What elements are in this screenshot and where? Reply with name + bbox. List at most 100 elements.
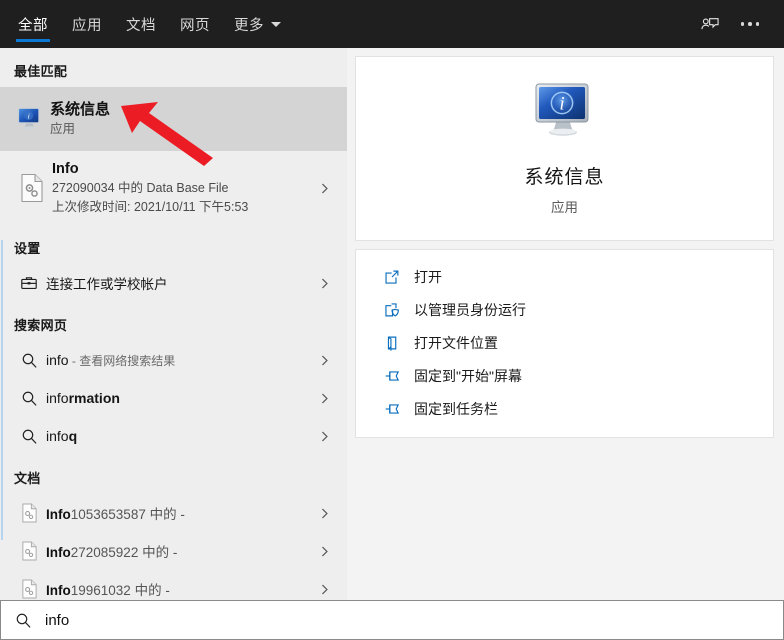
web-suggestion-information[interactable]: information <box>0 379 347 417</box>
preview-subtitle: 应用 <box>551 200 578 215</box>
document-result-1[interactable]: Info1053653587 中的 - <box>0 494 347 532</box>
best-match-subtitle: 应用 <box>50 122 76 136</box>
document-icon <box>12 503 46 523</box>
search-icon <box>12 390 46 407</box>
app-actions-card: 打开 以管理员身份运行 打开文件位置 固定到"开始"屏幕 固定到任务栏 <box>355 249 774 438</box>
action-run-as-admin-label: 以管理员身份运行 <box>414 301 526 318</box>
ellipsis-dot <box>740 22 745 26</box>
pin-icon <box>384 401 414 417</box>
topbar-actions <box>690 0 784 48</box>
action-open-file-location-label: 打开文件位置 <box>414 334 498 351</box>
search-icon <box>15 612 41 629</box>
tab-documents-label: 文档 <box>126 17 156 34</box>
search-body: 最佳匹配 i 系统信息 应用 Info 272090034 中的 Data Ba… <box>0 48 784 600</box>
document-result-name: Info272085922 中的 - <box>46 541 311 561</box>
results-pane: 最佳匹配 i 系统信息 应用 Info 272090034 中的 Data Ba… <box>0 48 347 600</box>
best-match-title: 系统信息 <box>50 101 111 118</box>
web-suggestion-query: info <box>46 428 69 444</box>
file-result-info[interactable]: Info 272090034 中的 Data Base File 上次修改时间:… <box>0 151 347 225</box>
setting-item-connect-account[interactable]: 连接工作或学校帐户 <box>0 264 347 302</box>
best-match-text: 系统信息 应用 <box>50 100 337 138</box>
action-open[interactable]: 打开 <box>356 260 773 293</box>
action-pin-to-taskbar[interactable]: 固定到任务栏 <box>356 392 773 425</box>
tab-all[interactable]: 全部 <box>6 0 60 48</box>
chevron-right-icon[interactable] <box>311 583 337 596</box>
web-suggestion-infoq[interactable]: infoq <box>0 417 347 455</box>
windows-search-panel: 全部 应用 文档 网页 更多 最佳匹配 i 系统信息 应用 Info 27209… <box>0 0 784 640</box>
document-result-3[interactable]: Info19961032 中的 - <box>0 570 347 600</box>
search-icon <box>12 428 46 445</box>
app-preview-card: i 系统信息 应用 <box>355 56 774 241</box>
system-information-icon: i <box>532 81 598 148</box>
document-name-rest: 19961032 中的 - <box>70 583 170 598</box>
ellipsis-icon[interactable] <box>730 4 770 44</box>
web-suggestion-text: information <box>46 390 311 406</box>
open-external-icon <box>384 269 414 285</box>
document-name-match: Info <box>46 583 71 598</box>
action-pin-to-start[interactable]: 固定到"开始"屏幕 <box>356 359 773 392</box>
action-open-file-location[interactable]: 打开文件位置 <box>356 326 773 359</box>
chevron-right-icon[interactable] <box>311 430 337 443</box>
document-name-rest: 1053653587 中的 - <box>70 507 185 522</box>
tab-web[interactable]: 网页 <box>168 0 222 48</box>
chevron-right-icon[interactable] <box>311 277 337 290</box>
tab-apps-label: 应用 <box>72 17 102 34</box>
ellipsis-dot <box>755 22 760 26</box>
document-name-match: Info <box>46 507 71 522</box>
search-input-bar[interactable]: info <box>0 600 784 640</box>
section-header-settings: 设置 <box>14 241 41 256</box>
file-result-text: Info 272090034 中的 Data Base File 上次修改时间:… <box>52 159 311 217</box>
chevron-right-icon[interactable] <box>311 545 337 558</box>
document-result-2[interactable]: Info272085922 中的 - <box>0 532 347 570</box>
pin-icon <box>384 368 414 384</box>
document-result-name: Info19961032 中的 - <box>46 579 311 599</box>
chevron-right-icon[interactable] <box>311 392 337 405</box>
document-icon <box>12 541 46 561</box>
tab-bar: 全部 应用 文档 网页 更多 <box>0 0 293 48</box>
document-icon <box>12 579 46 599</box>
best-match-result[interactable]: i 系统信息 应用 <box>0 87 347 151</box>
web-suggestion-query: info <box>46 390 69 406</box>
briefcase-icon <box>12 274 46 292</box>
chevron-right-icon[interactable] <box>311 507 337 520</box>
tab-more[interactable]: 更多 <box>222 0 293 48</box>
web-suggestion-info[interactable]: info - 查看网络搜索结果 <box>0 341 347 379</box>
section-header-best-match: 最佳匹配 <box>14 64 68 79</box>
shield-run-icon <box>384 302 414 318</box>
action-open-label: 打开 <box>414 268 442 285</box>
action-run-as-admin[interactable]: 以管理员身份运行 <box>356 293 773 326</box>
document-name-match: Info <box>46 545 71 560</box>
setting-item-label: 连接工作或学校帐户 <box>46 277 168 292</box>
web-suggestion-completion: q <box>68 428 78 444</box>
data-file-icon <box>12 173 52 203</box>
system-information-icon: i <box>10 106 50 132</box>
ellipsis-dot <box>748 22 752 26</box>
svg-text:i: i <box>559 94 564 115</box>
web-suggestion-text: info - 查看网络搜索结果 <box>46 352 311 369</box>
chevron-right-icon[interactable] <box>311 354 337 367</box>
preview-title: 系统信息 <box>524 167 605 188</box>
tab-documents[interactable]: 文档 <box>114 0 168 48</box>
tab-apps[interactable]: 应用 <box>60 0 114 48</box>
chevron-right-icon[interactable] <box>311 182 337 195</box>
svg-text:i: i <box>28 111 30 120</box>
web-suggestion-suffix: - 查看网络搜索结果 <box>68 353 176 368</box>
section-header-documents: 文档 <box>14 471 41 486</box>
web-suggestion-text: infoq <box>46 428 311 444</box>
document-name-rest: 272085922 中的 - <box>70 545 178 560</box>
tab-all-label: 全部 <box>18 17 48 34</box>
search-icon <box>12 352 46 369</box>
chevron-down-icon <box>271 21 281 27</box>
web-suggestion-query: info <box>46 351 69 368</box>
action-pin-to-taskbar-label: 固定到任务栏 <box>414 400 498 417</box>
section-header-search-web: 搜索网页 <box>14 318 68 333</box>
person-feedback-icon[interactable] <box>690 4 730 44</box>
search-topbar: 全部 应用 文档 网页 更多 <box>0 0 784 48</box>
file-result-modified: 上次修改时间: 2021/10/11 下午5:53 <box>52 200 249 214</box>
preview-pane: i 系统信息 应用 打开 以管理员身份运行 打开文件位置 固定到"开始"屏幕 固… <box>347 48 784 600</box>
web-suggestion-completion: rmation <box>68 390 120 406</box>
folder-open-icon <box>384 335 414 351</box>
file-result-title: Info <box>52 161 79 177</box>
search-input-value[interactable]: info <box>45 612 69 629</box>
action-pin-to-start-label: 固定到"开始"屏幕 <box>414 367 522 384</box>
